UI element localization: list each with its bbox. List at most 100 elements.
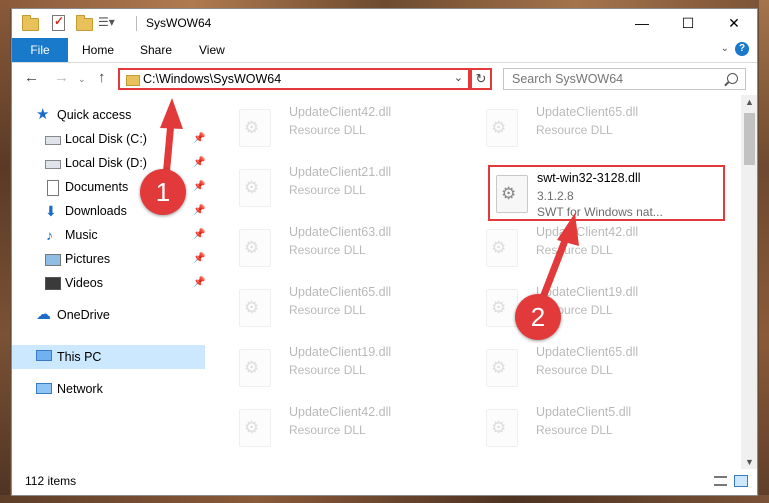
sidebar-item-local-disk-c[interactable]: Local Disk (C:) 📌 <box>12 128 205 150</box>
file-name: UpdateClient21.dll <box>289 165 392 179</box>
properties-icon[interactable] <box>50 14 66 31</box>
up-button[interactable]: ↑ <box>98 69 106 86</box>
desktop-background-bottom <box>0 495 769 503</box>
status-bar: 112 items <box>12 469 757 495</box>
sidebar-item-label: Downloads <box>65 204 127 218</box>
file-type: Resource DLL <box>289 123 366 137</box>
dll-file-icon <box>239 109 271 147</box>
file-item[interactable]: UpdateClient42.dll Resource DLL <box>215 101 460 157</box>
help-icon[interactable]: ? <box>735 42 749 56</box>
disk-icon <box>45 160 61 169</box>
folder-icon <box>126 75 140 86</box>
file-item[interactable]: UpdateClient21.dll Resource DLL <box>215 161 460 217</box>
tab-share[interactable]: Share <box>140 38 172 62</box>
sidebar-item-pictures[interactable]: Pictures 📌 <box>12 248 205 270</box>
pin-icon[interactable]: 📌 <box>193 152 205 174</box>
file-item[interactable]: UpdateClient5.dll Resource DLL <box>462 401 707 457</box>
back-button[interactable]: ← <box>24 69 39 86</box>
file-list: UpdateClient42.dll Resource DLL UpdateCl… <box>205 95 741 469</box>
address-bar[interactable]: C:\Windows\SysWOW64 ⌄ <box>118 68 470 90</box>
dll-file-icon <box>239 289 271 327</box>
address-path[interactable]: C:\Windows\SysWOW64 <box>143 72 281 86</box>
title-bar[interactable]: ☰▾ SysWOW64 — ☐ ✕ <box>12 9 757 38</box>
file-description: SWT for Windows nat... <box>537 205 663 219</box>
pin-icon[interactable]: 📌 <box>193 248 205 270</box>
details-view-icon[interactable] <box>714 476 727 486</box>
pin-icon[interactable]: 📌 <box>193 272 205 294</box>
pin-icon[interactable]: 📌 <box>193 200 205 222</box>
title-separator <box>136 16 137 31</box>
search-icon[interactable] <box>727 73 738 84</box>
file-name: UpdateClient65.dll <box>536 105 639 119</box>
file-type: Resource DLL <box>289 243 366 257</box>
search-input[interactable] <box>512 72 712 86</box>
refresh-button[interactable]: ↻ <box>470 68 492 90</box>
dll-file-icon <box>486 109 518 147</box>
file-item[interactable]: UpdateClient63.dll Resource DLL <box>215 221 460 277</box>
file-item[interactable]: UpdateClient42.dll Resource DLL <box>462 221 707 277</box>
network-icon <box>36 383 52 394</box>
sidebar-item-this-pc[interactable]: This PC <box>12 345 205 369</box>
navigation-bar: ← → ⌄ ↑ C:\Windows\SysWOW64 ⌄ ↻ <box>12 63 757 95</box>
sidebar-item-videos[interactable]: Videos 📌 <box>12 272 205 294</box>
large-icons-view-icon[interactable] <box>734 475 748 487</box>
vertical-scrollbar[interactable]: ▲ ▼ <box>741 95 757 469</box>
maximize-button[interactable]: ☐ <box>665 9 711 38</box>
sidebar-item-label: Pictures <box>65 252 111 266</box>
tab-home[interactable]: Home <box>82 38 114 62</box>
file-name: UpdateClient42.dll <box>536 225 639 239</box>
pin-icon[interactable]: 📌 <box>193 176 205 198</box>
star-icon: ★ <box>36 106 50 123</box>
file-type: Resource DLL <box>536 363 613 377</box>
dll-file-icon <box>486 289 518 327</box>
pin-icon[interactable]: 📌 <box>193 128 205 150</box>
pictures-icon <box>45 254 61 266</box>
file-type: Resource DLL <box>289 303 366 317</box>
file-name: UpdateClient19.dll <box>289 345 392 359</box>
file-item[interactable]: UpdateClient65.dll Resource DLL <box>215 281 460 337</box>
desktop-background-left <box>0 0 10 503</box>
step-2-callout: 2 <box>515 294 561 340</box>
sidebar-item-music[interactable]: ♪ Music 📌 <box>12 224 205 246</box>
dll-file-icon <box>239 409 271 447</box>
dll-file-icon <box>239 169 271 207</box>
scroll-thumb[interactable] <box>744 113 755 165</box>
scroll-up-icon[interactable]: ▲ <box>745 97 754 107</box>
expand-ribbon-icon[interactable]: ⌄ <box>721 43 729 54</box>
file-name: swt-win32-3128.dll <box>537 171 641 185</box>
sidebar-item-onedrive[interactable]: ☁ OneDrive <box>12 304 205 326</box>
pin-icon[interactable]: 📌 <box>193 224 205 246</box>
file-name: UpdateClient65.dll <box>536 345 639 359</box>
dll-file-icon <box>239 349 271 387</box>
tab-view[interactable]: View <box>199 38 225 62</box>
sidebar-item-local-disk-d[interactable]: Local Disk (D:) 📌 <box>12 152 205 174</box>
desktop-background-right <box>759 0 769 503</box>
file-item[interactable]: UpdateClient19.dll Resource DLL <box>462 281 707 337</box>
close-button[interactable]: ✕ <box>711 9 757 38</box>
sidebar-item-network[interactable]: Network <box>12 378 205 400</box>
file-item[interactable]: UpdateClient65.dll Resource DLL <box>462 341 707 397</box>
file-type: Resource DLL <box>289 423 366 437</box>
new-folder-icon[interactable] <box>76 15 93 31</box>
videos-icon <box>45 277 61 290</box>
forward-button[interactable]: → <box>54 69 69 86</box>
customize-toolbar-icon[interactable]: ☰▾ <box>98 15 115 31</box>
item-count: 112 items <box>25 474 77 488</box>
file-item-swt-win32-3128[interactable]: swt-win32-3128.dll 3.1.2.8 SWT for Windo… <box>488 165 725 221</box>
address-dropdown-icon[interactable]: ⌄ <box>454 71 463 84</box>
minimize-button[interactable]: — <box>619 9 665 38</box>
scroll-down-icon[interactable]: ▼ <box>745 457 754 467</box>
file-item[interactable]: UpdateClient42.dll Resource DLL <box>215 401 460 457</box>
dll-file-icon <box>486 229 518 267</box>
search-box[interactable] <box>503 68 746 90</box>
tab-file[interactable]: File <box>12 38 68 62</box>
recent-locations-icon[interactable]: ⌄ <box>78 74 86 85</box>
file-item[interactable]: UpdateClient19.dll Resource DLL <box>215 341 460 397</box>
file-name: UpdateClient5.dll <box>536 405 632 419</box>
file-version: 3.1.2.8 <box>537 189 574 203</box>
file-name: UpdateClient19.dll <box>536 285 639 299</box>
file-type: Resource DLL <box>289 183 366 197</box>
file-type: Resource DLL <box>289 363 366 377</box>
file-item[interactable]: UpdateClient65.dll Resource DLL <box>462 101 707 157</box>
sidebar-item-quick-access[interactable]: ★ Quick access <box>12 104 205 126</box>
